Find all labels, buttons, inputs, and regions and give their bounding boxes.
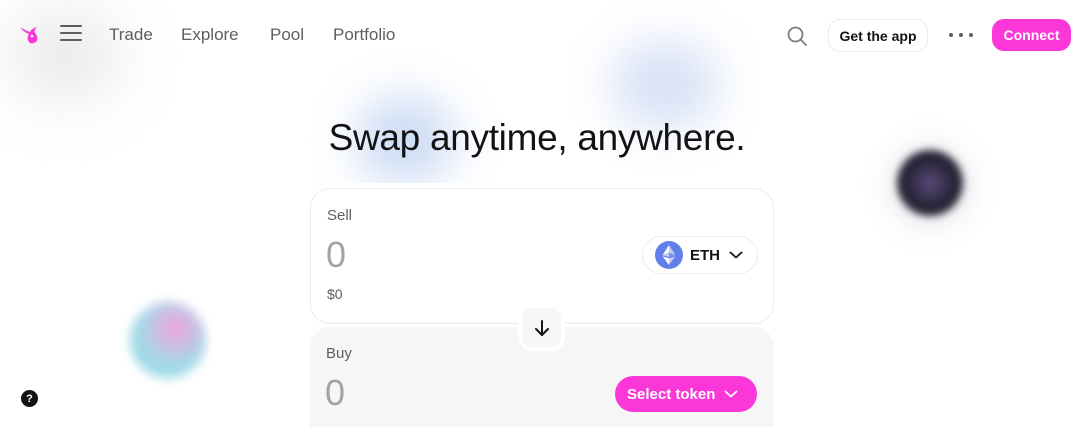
select-token-button[interactable]: Select token xyxy=(615,376,757,412)
sell-amount-input[interactable] xyxy=(326,234,576,276)
floating-token-icon xyxy=(130,302,206,378)
nav-link-pool[interactable]: Pool xyxy=(270,25,304,45)
switch-tokens-button[interactable] xyxy=(518,304,565,351)
eth-icon xyxy=(655,241,683,269)
nav-link-trade[interactable]: Trade xyxy=(109,25,153,45)
chevron-down-icon xyxy=(724,390,738,398)
top-navbar: Trade Explore Pool Portfolio Get the app… xyxy=(0,0,1082,70)
buy-amount-input[interactable] xyxy=(325,372,575,414)
sell-token-selector[interactable]: ETH xyxy=(642,236,758,274)
sell-label: Sell xyxy=(327,207,353,224)
buy-label: Buy xyxy=(326,345,352,362)
search-icon[interactable] xyxy=(786,25,808,47)
sell-usd-value: $0 xyxy=(327,286,343,302)
floating-token-icon xyxy=(897,150,963,216)
nav-link-explore[interactable]: Explore xyxy=(181,25,239,45)
hamburger-menu-icon[interactable] xyxy=(60,25,82,45)
more-options-icon[interactable] xyxy=(949,25,973,45)
select-token-label: Select token xyxy=(627,385,716,403)
chevron-down-icon xyxy=(729,251,743,259)
connect-wallet-button[interactable]: Connect xyxy=(992,19,1071,51)
page-title: Swap anytime, anywhere. xyxy=(328,117,746,158)
uniswap-logo-icon[interactable] xyxy=(17,23,41,47)
sell-token-symbol: ETH xyxy=(690,246,720,264)
get-app-button[interactable]: Get the app xyxy=(828,19,928,52)
nav-link-portfolio[interactable]: Portfolio xyxy=(333,25,395,45)
help-icon[interactable]: ? xyxy=(21,390,38,407)
arrow-down-icon xyxy=(534,319,549,336)
